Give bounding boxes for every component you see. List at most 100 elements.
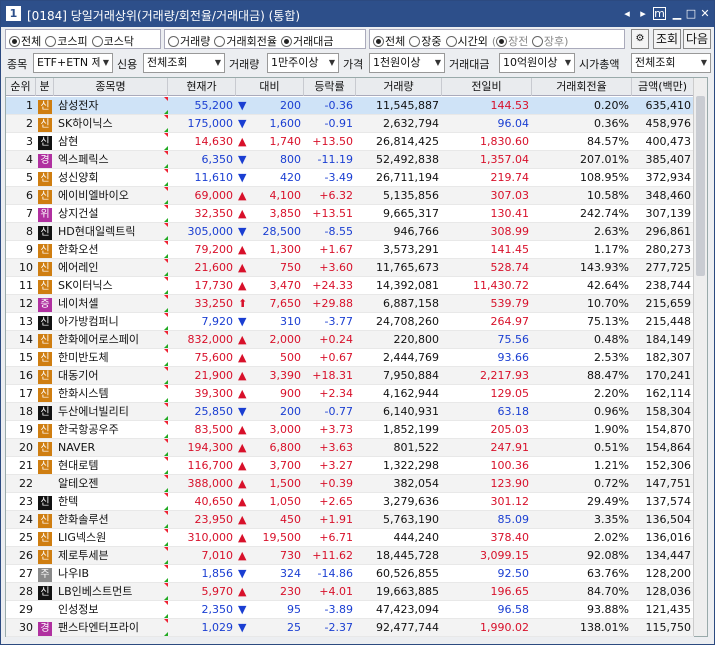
- radio-sort-volume[interactable]: 거래량: [168, 33, 210, 49]
- cell-name: 두산에너빌리티: [54, 403, 168, 420]
- column-header[interactable]: 분: [36, 78, 54, 96]
- radio-market-kosdaq[interactable]: 코스닥: [91, 33, 134, 49]
- cell-price: 69,000: [194, 189, 234, 202]
- table-row[interactable]: 30 경 팬스타엔터프라이 1,029 ▼ 25 -2.37 92,477,744 1,990.…: [6, 619, 694, 637]
- cell-turnover: 10.70%: [587, 297, 629, 310]
- radio-sort-turnover[interactable]: 거래회전율: [214, 33, 277, 49]
- cell-prev: 129.05: [490, 387, 530, 400]
- vertical-scrollbar[interactable]: [693, 78, 707, 636]
- column-header[interactable]: 전일비: [442, 78, 532, 96]
- table-row[interactable]: 14 신 한화에어로스페이 832,000 ▲ 2,000 +0.24 220,800 75.5…: [6, 331, 694, 349]
- stock-name: LB인베스트먼트: [58, 585, 133, 598]
- table-row[interactable]: 18 신 두산에너빌리티 25,850 ▼ 200 -0.77 6,140,931 63.18 0…: [6, 403, 694, 421]
- table-row[interactable]: 27 주 나우IB 1,856 ▼ 324 -14.86 60,526,855 92.50 63.…: [6, 565, 694, 583]
- close-icon[interactable]: ✕: [697, 6, 713, 22]
- table-row[interactable]: 29 인성정보 2,350 ▼ 95 -3.89 47,423,094 96.58 93.88%…: [6, 601, 694, 619]
- cell-diff: ▲ 6,800: [236, 439, 304, 456]
- chevron-down-icon: ▼: [432, 54, 444, 72]
- filter-bar-2: 종목 ETF+ETN 제 ▼ 신용 전체조회 ▼ 거래량 1만주이상 ▼ 가격 1천원…: [1, 51, 714, 75]
- table-row[interactable]: 6 신 에이비엘바이오 69,000 ▲ 4,100 +6.32 5,135,856 307.0…: [6, 187, 694, 205]
- cell-name: 제로투세븐: [54, 547, 168, 564]
- table-row[interactable]: 5 신 성신양회 11,610 ▼ 420 -3.49 26,711,194 219.74 108…: [6, 169, 694, 187]
- table-row[interactable]: 8 신 HD현대일렉트릭 305,000 ▼ 28,500 -8.55 946,766 308.…: [6, 223, 694, 241]
- cell-name: NAVER: [54, 439, 168, 456]
- marketcap-select[interactable]: 전체조회 ▼: [631, 53, 711, 73]
- query-button[interactable]: 조회: [653, 29, 681, 49]
- table-row[interactable]: 2 신 SK하이닉스 175,000 ▼ 1,600 -0.91 2,632,794 96.04…: [6, 115, 694, 133]
- cell-diff: ▼ 420: [236, 169, 304, 186]
- settings-icon[interactable]: ⚙: [631, 29, 649, 49]
- ranking-table[interactable]: 순위 분 종목명 현재가 대비 등락률 거래량 전일비 거래회전율 금액(백만) 1 신 삼성전자 55…: [5, 77, 708, 637]
- table-row[interactable]: 22 알테오젠 388,000 ▲ 1,500 +0.39 382,054 123.90 0.7…: [6, 475, 694, 493]
- table-row[interactable]: 20 신 NAVER 194,300 ▲ 6,800 +3.63 801,522 247.91 0…: [6, 439, 694, 457]
- radio-market-kospi[interactable]: 코스피: [45, 33, 88, 49]
- cell-diff: ▲ 3,700: [236, 457, 304, 474]
- cell-name: LB인베스트먼트: [54, 583, 168, 600]
- radio-sort-amount[interactable]: 거래대금: [280, 33, 333, 49]
- cell-badge: 신: [36, 583, 54, 600]
- price-label: 가격: [343, 58, 364, 71]
- radio-session-regular[interactable]: 장중: [409, 33, 442, 49]
- table-row[interactable]: 17 신 한화시스템 39,300 ▲ 900 +2.34 4,162,944 129.05 2.…: [6, 385, 694, 403]
- change-arrow-icon: ▲: [238, 531, 247, 544]
- item-select[interactable]: ETF+ETN 제 ▼: [33, 53, 113, 73]
- table-row[interactable]: 1 신 삼성전자 55,200 ▼ 200 -0.36 11,545,887 144.53 0.2…: [6, 97, 694, 115]
- table-row[interactable]: 19 신 한국항공우주 83,500 ▲ 3,000 +3.73 1,852,199 205.0…: [6, 421, 694, 439]
- table-row[interactable]: 4 경 엑스페릭스 6,350 ▼ 800 -11.19 52,492,838 1,357.04…: [6, 151, 694, 169]
- margin-badge: 신: [38, 496, 52, 510]
- cell-name: 한화에어로스페이: [54, 331, 168, 348]
- next-button[interactable]: 다음: [683, 29, 711, 49]
- column-header[interactable]: 종목명: [54, 78, 168, 96]
- scrollbar-thumb[interactable]: [696, 96, 705, 276]
- table-row[interactable]: 7 위 상지건설 32,350 ▲ 3,850 +13.51 9,665,317 130.41 2…: [6, 205, 694, 223]
- table-row[interactable]: 24 신 한화솔루션 23,950 ▲ 450 +1.91 5,763,190 85.09 3.3…: [6, 511, 694, 529]
- next-arrow-icon[interactable]: ▸: [635, 6, 651, 22]
- column-header[interactable]: 현재가: [168, 78, 236, 96]
- cell-rank: 18: [19, 405, 33, 418]
- amount-select[interactable]: 10억원이상 ▼: [499, 53, 575, 73]
- margin-badge: 신: [38, 100, 52, 114]
- table-row[interactable]: 11 신 SK이터닉스 17,730 ▲ 3,470 +24.33 14,392,081 11,…: [6, 277, 694, 295]
- table-row[interactable]: 13 신 아가방컴퍼니 7,920 ▼ 310 -3.77 24,708,260 264.97 7…: [6, 313, 694, 331]
- table-row[interactable]: 25 신 LIG넥스원 310,000 ▲ 19,500 +6.71 444,240 378.4…: [6, 529, 694, 547]
- radio-icon: [9, 36, 20, 47]
- table-row[interactable]: 23 신 한텍 40,650 ▲ 1,050 +2.65 3,279,636 301.12 29.…: [6, 493, 694, 511]
- cell-turnover: 92.08%: [587, 549, 629, 562]
- table-row[interactable]: 28 신 LB인베스트먼트 5,970 ▲ 230 +4.01 19,663,885 196.6…: [6, 583, 694, 601]
- radio-session-afterhours[interactable]: 시간외: [445, 33, 488, 49]
- cell-rank: 30: [19, 621, 33, 634]
- cell-prev: 378.40: [490, 531, 530, 544]
- radio-market-all[interactable]: 전체: [9, 33, 41, 49]
- credit-select[interactable]: 전체조회 ▼: [143, 53, 225, 73]
- margin-badge: 신: [38, 244, 52, 258]
- prev-arrow-icon[interactable]: ◂: [619, 6, 635, 22]
- column-header[interactable]: 대비: [236, 78, 304, 96]
- price-select[interactable]: 1천원이상 ▼: [369, 53, 445, 73]
- table-row[interactable]: 10 신 에어레인 21,600 ▲ 750 +3.60 11,765,673 528.74 14…: [6, 259, 694, 277]
- column-header[interactable]: 금액(백만): [632, 78, 694, 96]
- cell-rank: 20: [19, 441, 33, 454]
- table-row[interactable]: 21 신 현대로템 116,700 ▲ 3,700 +3.27 1,322,298 100.36…: [6, 457, 694, 475]
- column-header[interactable]: 거래회전율: [532, 78, 632, 96]
- radio-post-icon[interactable]: [531, 36, 543, 47]
- table-row[interactable]: 12 증 네이처셀 33,250 ⬆ 7,650 +29.88 6,887,158 539.79…: [6, 295, 694, 313]
- table-row[interactable]: 15 신 한미반도체 75,600 ▲ 500 +0.67 2,444,769 93.66 2.5…: [6, 349, 694, 367]
- stock-name: 대동기어: [58, 369, 99, 382]
- cell-volume: 220,800: [393, 333, 440, 346]
- table-row[interactable]: 3 신 삼현 14,630 ▲ 1,740 +13.50 26,814,425 1,830.60…: [6, 133, 694, 151]
- memo-icon[interactable]: m: [653, 7, 666, 20]
- change-value: 900: [280, 387, 301, 400]
- cell-turnover: 2.20%: [594, 387, 629, 400]
- radio-session-all[interactable]: 전체: [373, 33, 405, 49]
- table-row[interactable]: 16 신 대동기어 21,900 ▲ 3,390 +18.31 7,950,884 2,217.…: [6, 367, 694, 385]
- amount-label: 거래대금: [449, 58, 490, 71]
- volume-select[interactable]: 1만주이상 ▼: [267, 53, 339, 73]
- column-header[interactable]: 순위: [6, 78, 36, 96]
- radio-pre-icon[interactable]: [496, 36, 508, 47]
- column-header[interactable]: 등락률: [304, 78, 356, 96]
- cell-turnover: 42.64%: [587, 279, 629, 292]
- table-row[interactable]: 26 신 제로투세븐 7,010 ▲ 730 +11.62 18,445,728 3,099.1…: [6, 547, 694, 565]
- column-header[interactable]: 거래량: [356, 78, 442, 96]
- table-row[interactable]: 9 신 한화오션 79,200 ▲ 1,300 +1.67 3,573,291 141.45 1.…: [6, 241, 694, 259]
- change-value: 3,390: [269, 369, 302, 382]
